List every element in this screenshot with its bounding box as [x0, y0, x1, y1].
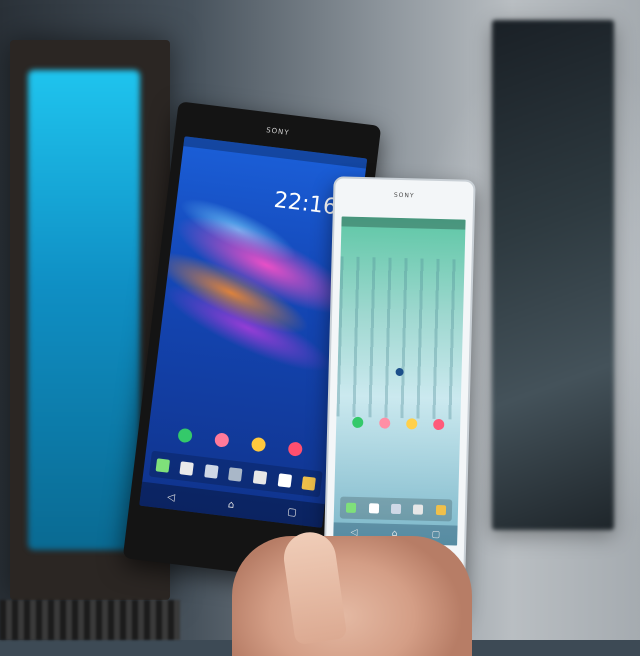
camera-icon[interactable]: [252, 469, 268, 485]
hand: [232, 536, 472, 656]
phone-icon[interactable]: [155, 457, 170, 473]
apps-icon[interactable]: [390, 503, 402, 515]
window-glass: [28, 70, 140, 550]
app-row: [336, 416, 460, 431]
app-icon[interactable]: [433, 418, 445, 431]
dock: [339, 496, 453, 522]
back-icon[interactable]: ◁: [167, 491, 176, 503]
browser-icon[interactable]: [301, 475, 317, 491]
app-icon[interactable]: [406, 418, 418, 430]
wallpaper-forest: [336, 256, 465, 420]
email-icon[interactable]: [204, 463, 219, 479]
recents-icon[interactable]: ▢: [432, 530, 441, 540]
recents-icon[interactable]: ▢: [287, 506, 298, 518]
messages-icon[interactable]: [368, 503, 379, 514]
browser-icon[interactable]: [435, 505, 446, 516]
album-icon[interactable]: [277, 472, 292, 488]
app-icon[interactable]: [286, 441, 303, 457]
app-icon[interactable]: [176, 427, 193, 444]
messages-icon[interactable]: [179, 460, 195, 476]
app-icon[interactable]: [352, 416, 364, 429]
app-icon[interactable]: [213, 432, 230, 448]
brand-logo: SONY: [393, 191, 415, 200]
phone-small-screen[interactable]: ◁ ⌂ ▢: [333, 216, 466, 546]
status-bar: [341, 216, 466, 230]
app-icon[interactable]: [250, 436, 266, 453]
apps-icon[interactable]: [228, 466, 244, 482]
home-icon[interactable]: ⌂: [227, 499, 235, 511]
radiator: [0, 600, 180, 640]
camera-icon[interactable]: [413, 504, 424, 515]
app-icon[interactable]: [379, 417, 391, 429]
phone-icon[interactable]: [346, 502, 357, 513]
wall-painting: [492, 20, 614, 530]
